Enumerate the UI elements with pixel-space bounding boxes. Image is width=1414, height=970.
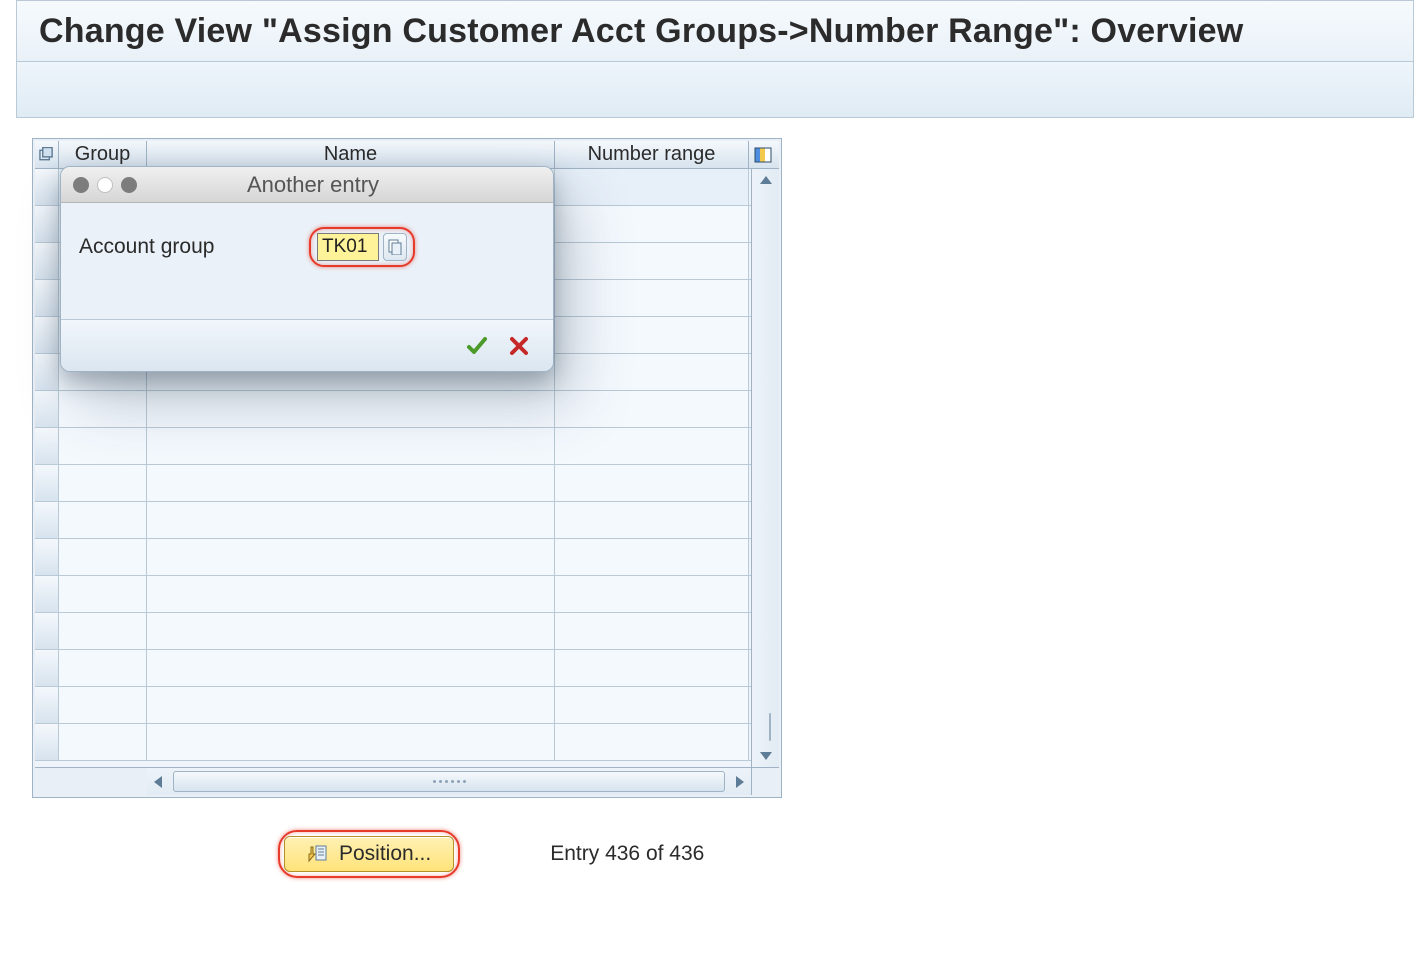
chevron-left-icon [154,776,162,788]
window-close-button[interactable] [73,177,89,193]
vertical-scrollbar[interactable] [751,169,779,767]
table-row[interactable] [35,428,751,465]
value-help-button[interactable] [383,233,407,261]
cell-number-range[interactable] [555,169,749,205]
callout-account-group-input [309,227,415,267]
cancel-icon [508,335,530,357]
account-group-input[interactable] [317,233,379,261]
table-row[interactable] [35,613,751,650]
table-row[interactable] [35,650,751,687]
position-button[interactable]: Position... [284,836,454,872]
window-zoom-button[interactable] [121,177,137,193]
table-row[interactable] [35,502,751,539]
scroll-down-button[interactable] [752,745,779,767]
chevron-up-icon [760,176,772,184]
select-all-header[interactable] [35,141,59,168]
scroll-right-button[interactable] [729,768,751,795]
table-row[interactable] [35,391,751,428]
table-row[interactable] [35,465,751,502]
configure-columns-icon [754,146,772,164]
vertical-scroll-thumb[interactable] [769,713,771,741]
account-group-label: Account group [79,235,289,259]
position-icon [307,843,329,865]
application-toolbar [16,62,1414,118]
value-help-icon [388,239,402,255]
row-selector[interactable] [35,169,59,205]
column-header-group[interactable]: Group [59,141,147,168]
table-row[interactable] [35,687,751,724]
confirm-button[interactable] [463,332,491,360]
check-icon [465,334,489,358]
column-header-number-range[interactable]: Number range [555,141,749,168]
horizontal-scrollbar[interactable] [35,767,751,795]
page-title: Change View "Assign Customer Acct Groups… [39,12,1243,51]
window-minimize-button[interactable] [97,177,113,193]
scroll-left-button[interactable] [147,768,169,795]
table-row[interactable] [35,724,751,761]
table-header: Group Name Number range [35,141,779,169]
dialog-footer [61,319,553,371]
table-row[interactable] [35,539,751,576]
configure-columns-button[interactable] [749,141,777,168]
scroll-up-button[interactable] [752,169,779,191]
dialog-title: Another entry [145,172,541,198]
horizontal-scroll-thumb[interactable] [173,771,725,792]
select-all-icon [39,147,54,163]
chevron-down-icon [760,752,772,760]
dialog-titlebar[interactable]: Another entry [61,167,553,203]
cancel-button[interactable] [505,332,533,360]
horizontal-scroll-track[interactable] [169,768,729,795]
another-entry-dialog: Another entry Account group [60,166,554,372]
chevron-right-icon [736,776,744,788]
table-row[interactable] [35,576,751,613]
position-button-label: Position... [339,842,431,866]
entry-counter: Entry 436 of 436 [550,842,704,866]
callout-position-button: Position... [278,830,460,878]
column-header-name[interactable]: Name [147,141,555,168]
page-title-bar: Change View "Assign Customer Acct Groups… [16,0,1414,62]
